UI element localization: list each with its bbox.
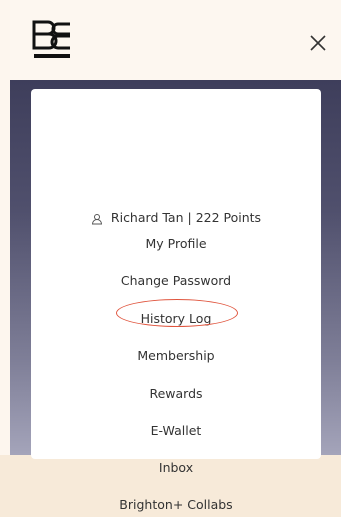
user-separator: | — [187, 210, 192, 225]
menu-item-membership[interactable]: Membership — [31, 344, 321, 368]
menu-item-label: Brighton+ Collabs — [119, 497, 233, 512]
menu-item-change-password[interactable]: Change Password — [31, 269, 321, 293]
menu-item-label: Change Password — [120, 273, 232, 288]
user-name: Richard Tan — [110, 210, 184, 225]
menu-item-label: Membership — [137, 348, 215, 363]
brand-logo[interactable] — [32, 20, 74, 64]
account-menu: Richard Tan | 222 Points My Profile Chan… — [31, 89, 321, 512]
menu-item-inbox[interactable]: Inbox — [31, 456, 321, 480]
user-points: 222 Points — [195, 210, 262, 225]
menu-item-label: E-Wallet — [150, 423, 202, 438]
menu-item-label: Rewards — [149, 386, 203, 401]
header-bar — [10, 0, 341, 80]
menu-item-brighton-collabs[interactable]: Brighton+ Collabs — [31, 493, 321, 517]
menu-item-rewards[interactable]: Rewards — [31, 382, 321, 406]
menu-item-label: History Log — [140, 311, 212, 326]
menu-item-e-wallet[interactable]: E-Wallet — [31, 419, 321, 443]
user-points-row[interactable]: Richard Tan | 222 Points — [31, 206, 321, 230]
menu-item-history-log[interactable]: History Log — [31, 307, 321, 331]
menu-item-label: Inbox — [158, 460, 194, 475]
close-icon[interactable] — [305, 30, 331, 56]
menu-item-my-profile[interactable]: My Profile — [31, 232, 321, 256]
menu-item-label: My Profile — [145, 236, 207, 251]
user-icon — [91, 213, 102, 224]
